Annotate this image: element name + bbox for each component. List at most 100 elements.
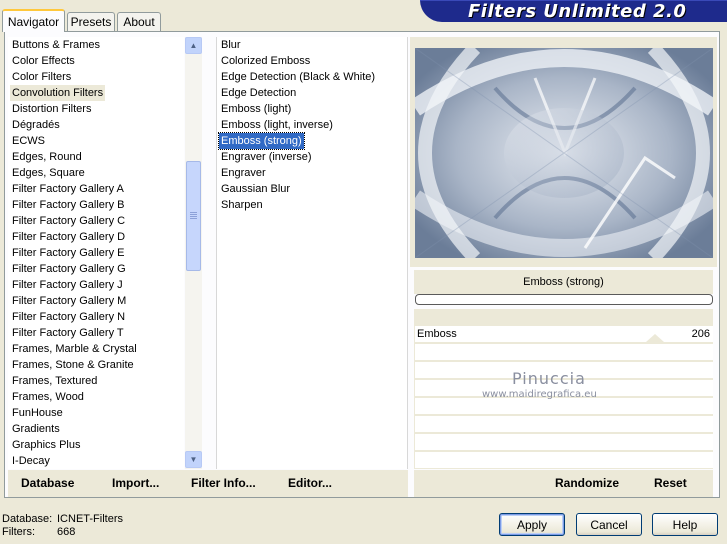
category-item-label: Buttons & Frames xyxy=(12,39,101,51)
preview-filter-name: Emboss (strong) xyxy=(414,270,713,294)
watermark-name: Pinuccia xyxy=(512,369,586,388)
category-item[interactable]: Filter Factory Gallery M xyxy=(8,293,184,309)
database-value: ICNET-Filters xyxy=(57,513,123,525)
category-item-label: Filter Factory Gallery A xyxy=(12,183,124,195)
cancel-button[interactable]: Cancel xyxy=(576,513,642,536)
filter-item[interactable]: Edge Detection (Black & White) xyxy=(217,69,407,85)
filter-item[interactable]: Engraver xyxy=(217,165,407,181)
category-item[interactable]: Filter Factory Gallery J xyxy=(8,277,184,293)
category-item-label: Gradients xyxy=(12,423,60,435)
category-item[interactable]: FunHouse xyxy=(8,405,184,421)
category-item[interactable]: Dégradés xyxy=(8,117,184,133)
category-item[interactable]: Filter Factory Gallery T xyxy=(8,325,184,341)
slider-marker-icon xyxy=(646,334,664,342)
category-item-label: Filter Factory Gallery D xyxy=(12,231,126,243)
category-item[interactable]: Frames, Marble & Crystal xyxy=(8,341,184,357)
category-item[interactable]: Filter Factory Gallery C xyxy=(8,213,184,229)
category-item[interactable]: Edges, Square xyxy=(8,165,184,181)
category-item[interactable]: Filter Factory Gallery A xyxy=(8,181,184,197)
category-item[interactable]: Filter Factory Gallery D xyxy=(8,229,184,245)
param-row-empty xyxy=(415,416,713,433)
category-item-label: I-Decay xyxy=(12,455,50,467)
category-item-label: Filter Factory Gallery T xyxy=(12,327,124,339)
filter-item[interactable]: Colorized Emboss xyxy=(217,53,407,69)
category-item-label: Filter Factory Gallery C xyxy=(12,215,126,227)
category-item[interactable]: Gradients xyxy=(8,421,184,437)
filter-list[interactable]: Blur Colorized Emboss Edge Detection (Blac… xyxy=(216,37,408,469)
category-item[interactable]: Filter Factory Gallery B xyxy=(8,197,184,213)
help-button-label: Help xyxy=(672,517,698,532)
preview-artwork xyxy=(415,48,713,258)
tab-about-label: About xyxy=(123,15,155,29)
scroll-thumb[interactable] xyxy=(186,161,201,271)
scroll-down-button[interactable]: ▼ xyxy=(185,451,202,468)
filter-item-label: Colorized Emboss xyxy=(221,55,311,67)
database-label: Database: xyxy=(2,513,53,525)
category-item[interactable]: Graphics Plus xyxy=(8,437,184,453)
filter-item-label: Emboss (light, inverse) xyxy=(221,119,333,131)
scroll-up-button[interactable]: ▲ xyxy=(185,37,202,54)
filter-item-label: Edge Detection xyxy=(221,87,297,99)
chevron-down-icon: ▼ xyxy=(189,455,198,464)
category-item[interactable]: Color Effects xyxy=(8,53,184,69)
filter-item[interactable]: Gaussian Blur xyxy=(217,181,407,197)
category-item-label: Filter Factory Gallery B xyxy=(12,199,125,211)
help-button[interactable]: Help xyxy=(652,513,718,536)
category-item[interactable]: Filter Factory Gallery N xyxy=(8,309,184,325)
randomize-button[interactable]: Randomize xyxy=(555,476,619,490)
category-item-label: FunHouse xyxy=(12,407,63,419)
category-item[interactable]: Convolution Filters xyxy=(8,85,184,101)
reset-button[interactable]: Reset xyxy=(654,476,687,490)
category-list[interactable]: Buttons & Frames Color Effects Color Filte… xyxy=(8,37,184,469)
category-item[interactable]: Filter Factory Gallery E xyxy=(8,245,184,261)
grip-icon xyxy=(190,212,197,220)
filter-item[interactable]: Sharpen xyxy=(217,197,407,213)
category-item[interactable]: Frames, Stone & Granite xyxy=(8,357,184,373)
apply-button[interactable]: Apply xyxy=(499,513,565,536)
category-item[interactable]: Edges, Round xyxy=(8,149,184,165)
param-row-empty xyxy=(415,434,713,451)
filter-item[interactable]: Blur xyxy=(217,37,407,53)
chevron-up-icon: ▲ xyxy=(189,41,198,50)
filter-item[interactable]: Emboss (light) xyxy=(217,101,407,117)
filter-item-label: Sharpen xyxy=(221,199,263,211)
category-item-label: Filter Factory Gallery J xyxy=(12,279,123,291)
editor-button[interactable]: Editor... xyxy=(288,476,332,490)
param-row-empty xyxy=(415,452,713,469)
category-item-label: Frames, Stone & Granite xyxy=(12,359,134,371)
category-item-label: Filter Factory Gallery M xyxy=(12,295,127,307)
category-item[interactable]: Frames, Wood xyxy=(8,389,184,405)
database-button[interactable]: Database xyxy=(21,476,74,490)
category-item-label: Filter Factory Gallery N xyxy=(12,311,126,323)
param-row-emboss[interactable]: Emboss 206 xyxy=(415,326,713,343)
category-item[interactable]: Distortion Filters xyxy=(8,101,184,117)
tab-presets[interactable]: Presets xyxy=(67,12,115,31)
filters-count-value: 668 xyxy=(57,526,76,538)
category-item[interactable]: Filter Factory Gallery G xyxy=(8,261,184,277)
category-item-label: Graphics Plus xyxy=(12,439,81,451)
filter-item[interactable]: Engraver (inverse) xyxy=(217,149,407,165)
category-item[interactable]: Color Filters xyxy=(8,69,184,85)
filter-info-button[interactable]: Filter Info... xyxy=(191,476,256,490)
tab-navigator[interactable]: Navigator xyxy=(2,9,65,32)
tab-about[interactable]: About xyxy=(117,12,161,31)
filter-item-label: Emboss (light) xyxy=(221,103,292,115)
category-item[interactable]: ECWS xyxy=(8,133,184,149)
app-title: Filters Unlimited 2.0 xyxy=(468,1,687,22)
filter-item-label: Engraver (inverse) xyxy=(221,151,312,163)
filter-item[interactable]: Emboss (strong) xyxy=(217,132,407,150)
category-item-label: Convolution Filters xyxy=(10,85,106,101)
category-item-label: Edges, Round xyxy=(12,151,82,163)
category-item-label: Filter Factory Gallery G xyxy=(12,263,126,275)
cancel-button-label: Cancel xyxy=(590,517,628,532)
filter-item[interactable]: Emboss (light, inverse) xyxy=(217,117,407,133)
tab-navigator-label: Navigator xyxy=(7,14,60,29)
category-item[interactable]: Frames, Textured xyxy=(8,373,184,389)
import-button[interactable]: Import... xyxy=(112,476,159,490)
category-item-label: Frames, Wood xyxy=(12,391,84,403)
category-item[interactable]: Buttons & Frames xyxy=(8,37,184,53)
category-item-label: Color Effects xyxy=(12,55,75,67)
category-scrollbar[interactable]: ▲ ▼ xyxy=(185,37,202,469)
category-item[interactable]: I-Decay xyxy=(8,453,184,469)
filter-item[interactable]: Edge Detection xyxy=(217,85,407,101)
